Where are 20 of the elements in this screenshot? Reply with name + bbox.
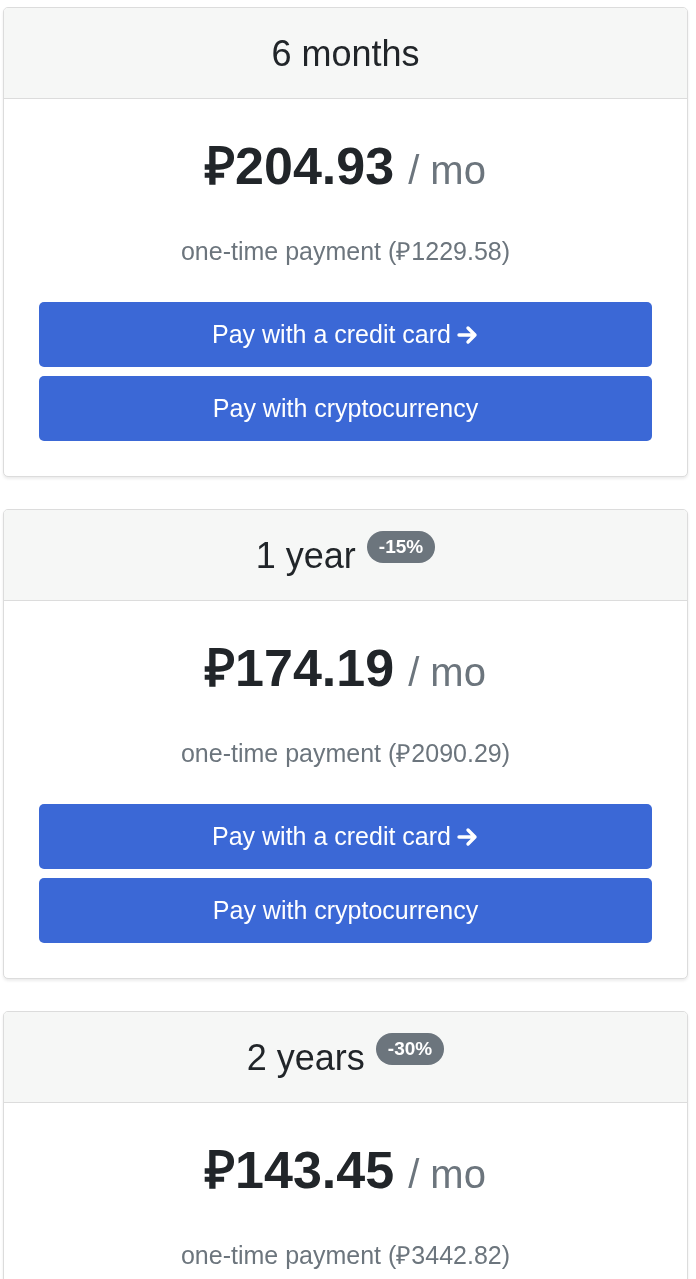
one-time-payment-note: one-time payment (₽3442.82) — [179, 1240, 512, 1271]
price-period: / mo — [408, 649, 486, 696]
pay-button[interactable]: Pay with a credit card — [39, 804, 652, 869]
discount-badge: -30% — [375, 1033, 445, 1065]
pay-button[interactable]: Pay with cryptocurrency — [39, 376, 652, 441]
arrow-right-icon — [457, 826, 479, 847]
pay-button[interactable]: Pay with cryptocurrency — [39, 878, 652, 943]
monthly-price: ₽174.19 — [205, 638, 395, 699]
plan-title: 2 years — [246, 1036, 365, 1079]
discount-badge: -15% — [366, 531, 436, 563]
pay-button[interactable]: Pay with a credit card — [39, 302, 652, 367]
monthly-price: ₽143.45 — [205, 1140, 395, 1201]
price-period: / mo — [408, 147, 486, 194]
price-period: / mo — [408, 1151, 486, 1198]
one-time-payment-note: one-time payment (₽2090.29) — [179, 738, 512, 769]
arrow-right-icon — [457, 324, 479, 345]
monthly-price: ₽204.93 — [205, 136, 395, 197]
plan-title: 6 months — [271, 32, 420, 75]
one-time-payment-note: one-time payment (₽1229.58) — [179, 236, 512, 267]
plan-title: 1 year — [255, 534, 356, 577]
